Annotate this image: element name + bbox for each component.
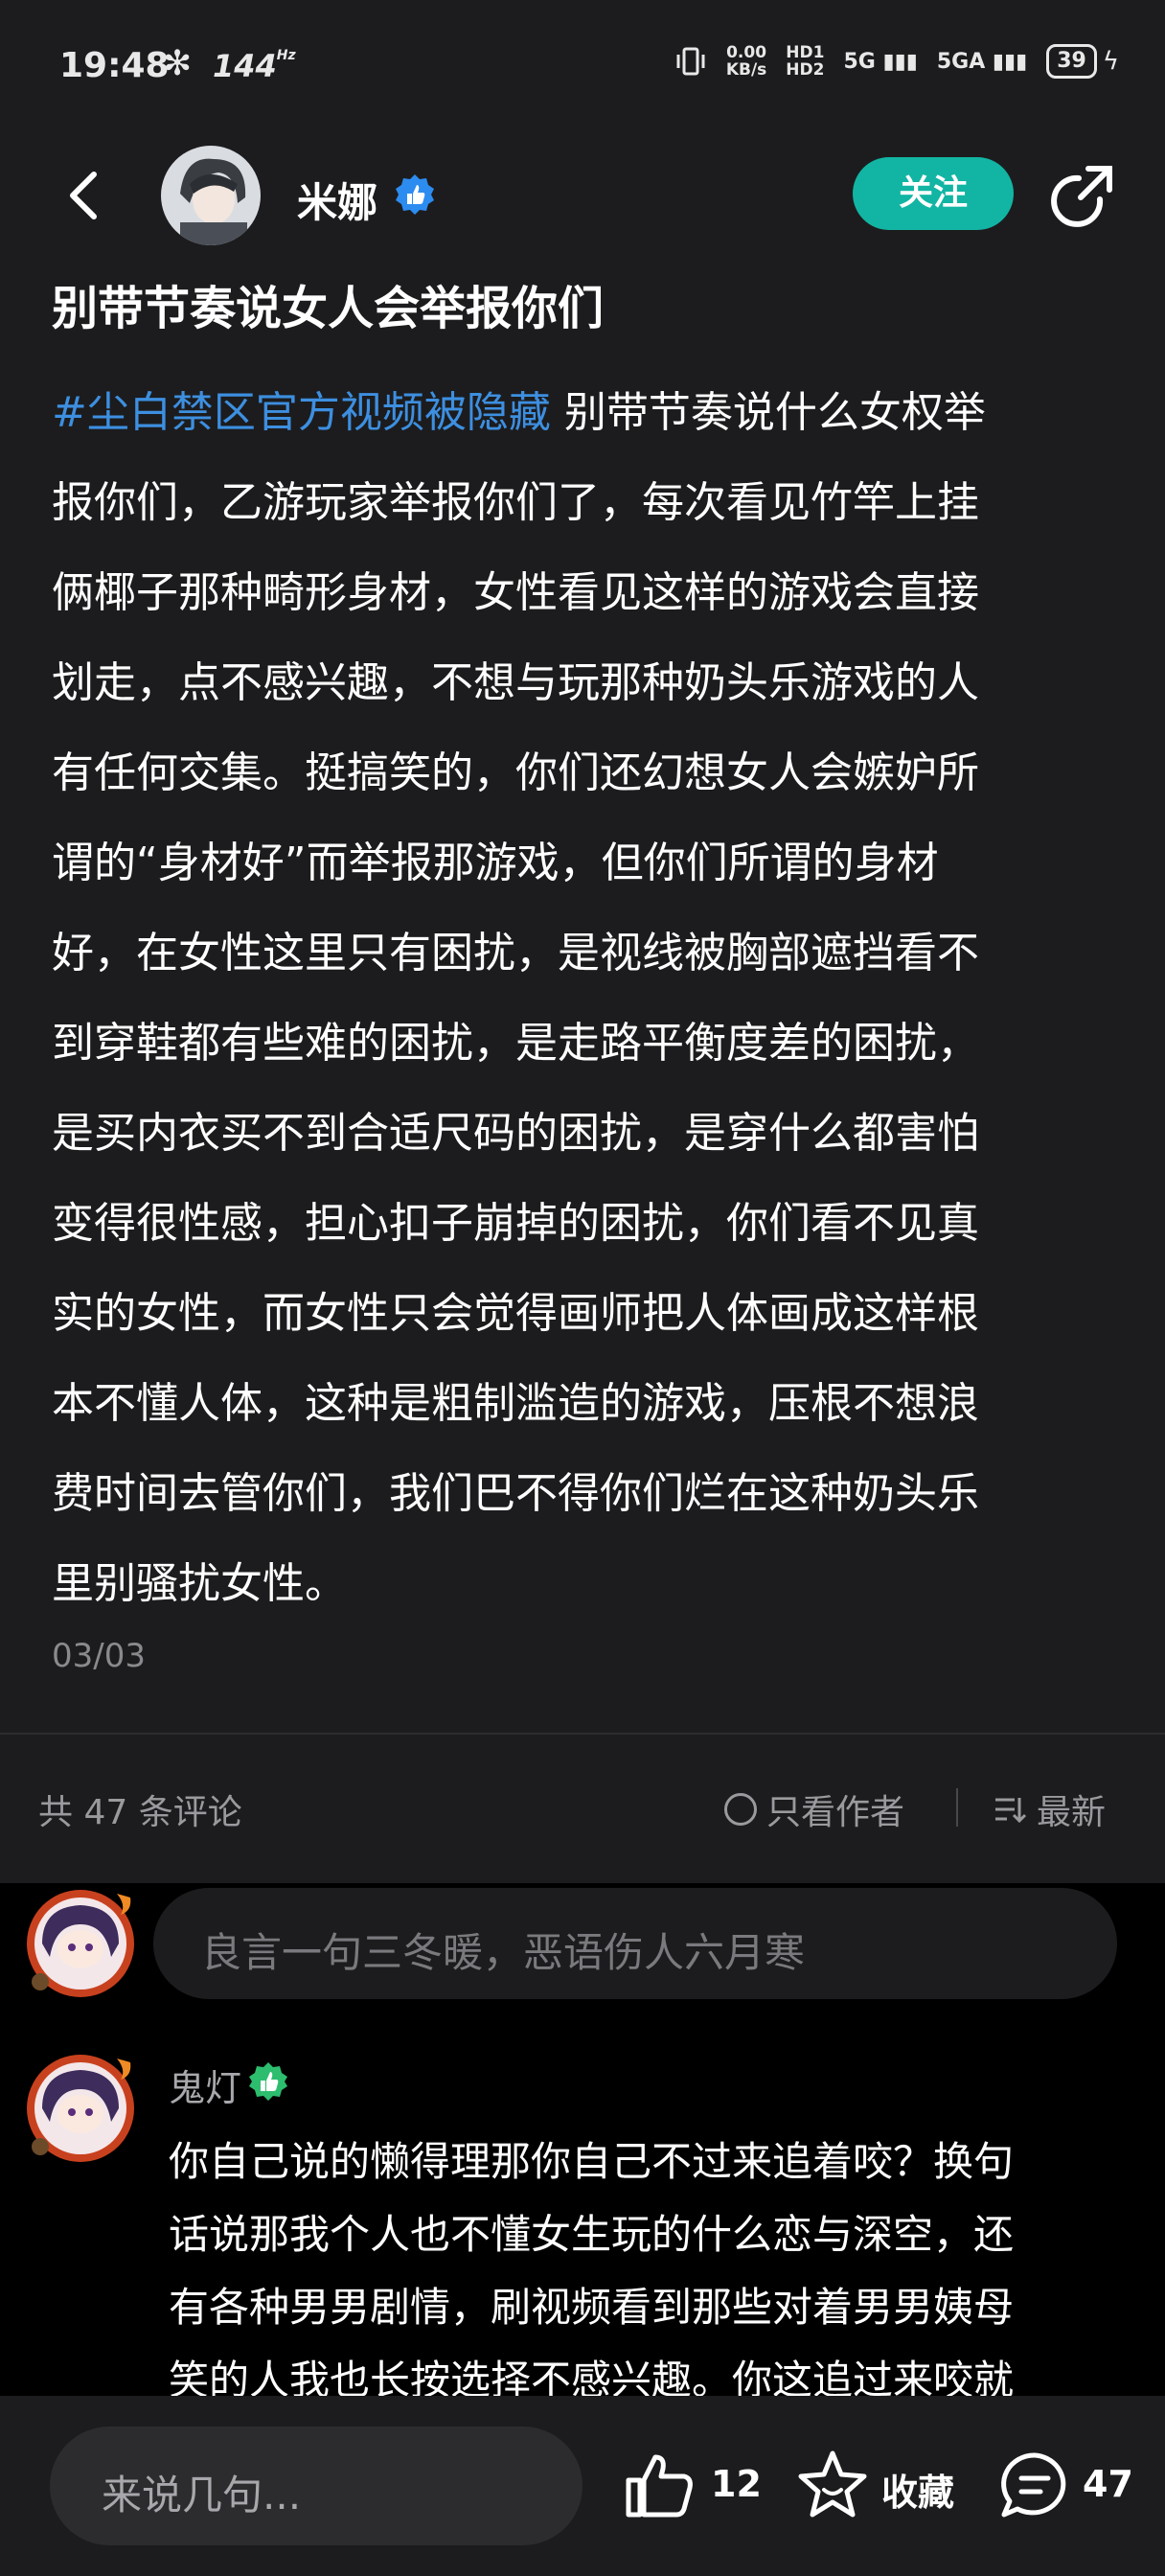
follow-button[interactable]: 关注: [853, 157, 1014, 230]
status-bar: 19:48 ✻ 144Hz 0.00 KB/s HD1 HD2 5G ▮▮▮ 5GA…: [0, 0, 1165, 134]
comments-toolbar: 共 47 条评论 只看作者 最新: [0, 1773, 1165, 1840]
bottom-action-bar: 来说几句... 12 收藏 47: [0, 2396, 1165, 2576]
verified-icon: [396, 174, 434, 215]
author-avatar[interactable]: [161, 146, 261, 245]
hd-indicator: HD1 HD2: [786, 43, 825, 80]
post-body-line: 别带节奏说什么女权举: [550, 388, 986, 437]
status-time: 19:48: [59, 46, 170, 85]
sort-latest-button[interactable]: 最新: [993, 1784, 1106, 1834]
post-body-line: 有任何交集。挺搞笑的，你们还幻想女人会嫉妒所: [52, 748, 979, 797]
my-avatar: [27, 1890, 134, 1997]
post-body: #尘白禁区官方视频被隐藏 别带节奏说什么女权举报你们，乙游玩家举报你们了，每次看…: [52, 368, 1086, 1629]
post-body-line: 俩椰子那种畸形身材，女性看见这样的游戏会直接: [52, 568, 979, 617]
signal-5g: 5G ▮▮▮: [843, 49, 918, 74]
reply-input-placeholder: 来说几句...: [102, 2472, 302, 2518]
divider: [0, 1733, 1165, 1735]
post-body-line: 实的女性，而女性只会觉得画师把人体画成这样根: [52, 1289, 979, 1338]
topic-hashtag[interactable]: #尘白禁区官方视频被隐藏: [52, 388, 551, 437]
refresh-rate: 144Hz: [213, 48, 296, 84]
battery-indicator: 39: [1046, 44, 1097, 79]
post-body-line: 报你们，乙游玩家举报你们了，每次看见竹竿上挂: [52, 478, 979, 527]
only-author-label: 只看作者: [766, 1793, 905, 1832]
comment-icon[interactable]: [998, 2450, 1071, 2522]
commenter-name[interactable]: 鬼灯: [169, 2058, 241, 2111]
radio-icon: [724, 1793, 757, 1826]
charging-icon: ϟ: [1102, 47, 1119, 76]
post-body-line: 划走，点不感兴趣，不想与玩那种奶头乐游戏的人: [52, 658, 979, 707]
comments-count: 共 47 条评论: [38, 1793, 242, 1832]
separator: [956, 1788, 958, 1827]
post-body-line: 是买内衣买不到合适尺码的困扰，是穿什么都害怕: [52, 1109, 979, 1158]
sort-icon: [995, 1798, 1027, 1824]
post-body-line: 本不懂人体，这种是粗制滥造的游戏，压根不想浪: [52, 1379, 979, 1428]
author-name[interactable]: 米娜: [297, 171, 377, 229]
post-body-line: 费时间去管你们，我们巴不得你们烂在这种奶头乐: [52, 1469, 979, 1518]
comment-input[interactable]: 良言一句三冬暖，恶语伤人六月寒: [153, 1888, 1117, 1999]
signal-5ga: 5GA ▮▮▮: [936, 49, 1028, 74]
comment-text: 你自己说的懒得理那你自己不过来追着咬？换句 话说那我个人也不懂女生玩的什么恋与深空…: [169, 2138, 1015, 2404]
image-counter: 03/03: [52, 1637, 146, 1675]
comment-count: 47: [1083, 2463, 1133, 2505]
sort-latest-label: 最新: [1037, 1793, 1107, 1832]
share-icon[interactable]: [1050, 163, 1115, 228]
like-count: 12: [711, 2463, 762, 2505]
post-body-line: 里别骚扰女性。: [52, 1559, 347, 1608]
level-badge-icon: [249, 2062, 287, 2101]
favorite-label[interactable]: 收藏: [881, 2463, 954, 2516]
like-icon[interactable]: [623, 2450, 696, 2522]
post-body-line: 变得很性感，担心扣子崩掉的困扰，你们看不见真: [52, 1199, 979, 1248]
network-speed: 0.00 KB/s: [725, 43, 767, 80]
post-body-line: 好，在女性这里只有困扰，是视线被胸部遮挡看不: [52, 929, 979, 978]
commenter-avatar[interactable]: [23, 2051, 138, 2166]
post-body-line: 谓的“身材好”而举报那游戏，但你们所谓的身材: [52, 839, 939, 887]
favorite-icon[interactable]: [795, 2448, 870, 2522]
post-body-line: 到穿鞋都有些难的困扰，是走路平衡度差的困扰，: [52, 1019, 979, 1068]
reply-input[interactable]: 来说几句...: [50, 2426, 582, 2545]
status-icons: 0.00 KB/s HD1 HD2 5G ▮▮▮ 5GA ▮▮▮ 39 ϟ: [674, 44, 1119, 79]
post-title: 别带节奏说女人会举报你们: [52, 282, 605, 335]
vibrate-icon: [676, 47, 705, 76]
fan-icon: ✻: [163, 44, 193, 83]
back-icon[interactable]: [56, 167, 113, 224]
comment-input-placeholder: 良言一句三冬暖，恶语伤人六月寒: [201, 1929, 806, 1976]
only-author-toggle[interactable]: 只看作者: [724, 1784, 904, 1834]
post-header: 米娜 关注: [0, 144, 1165, 249]
